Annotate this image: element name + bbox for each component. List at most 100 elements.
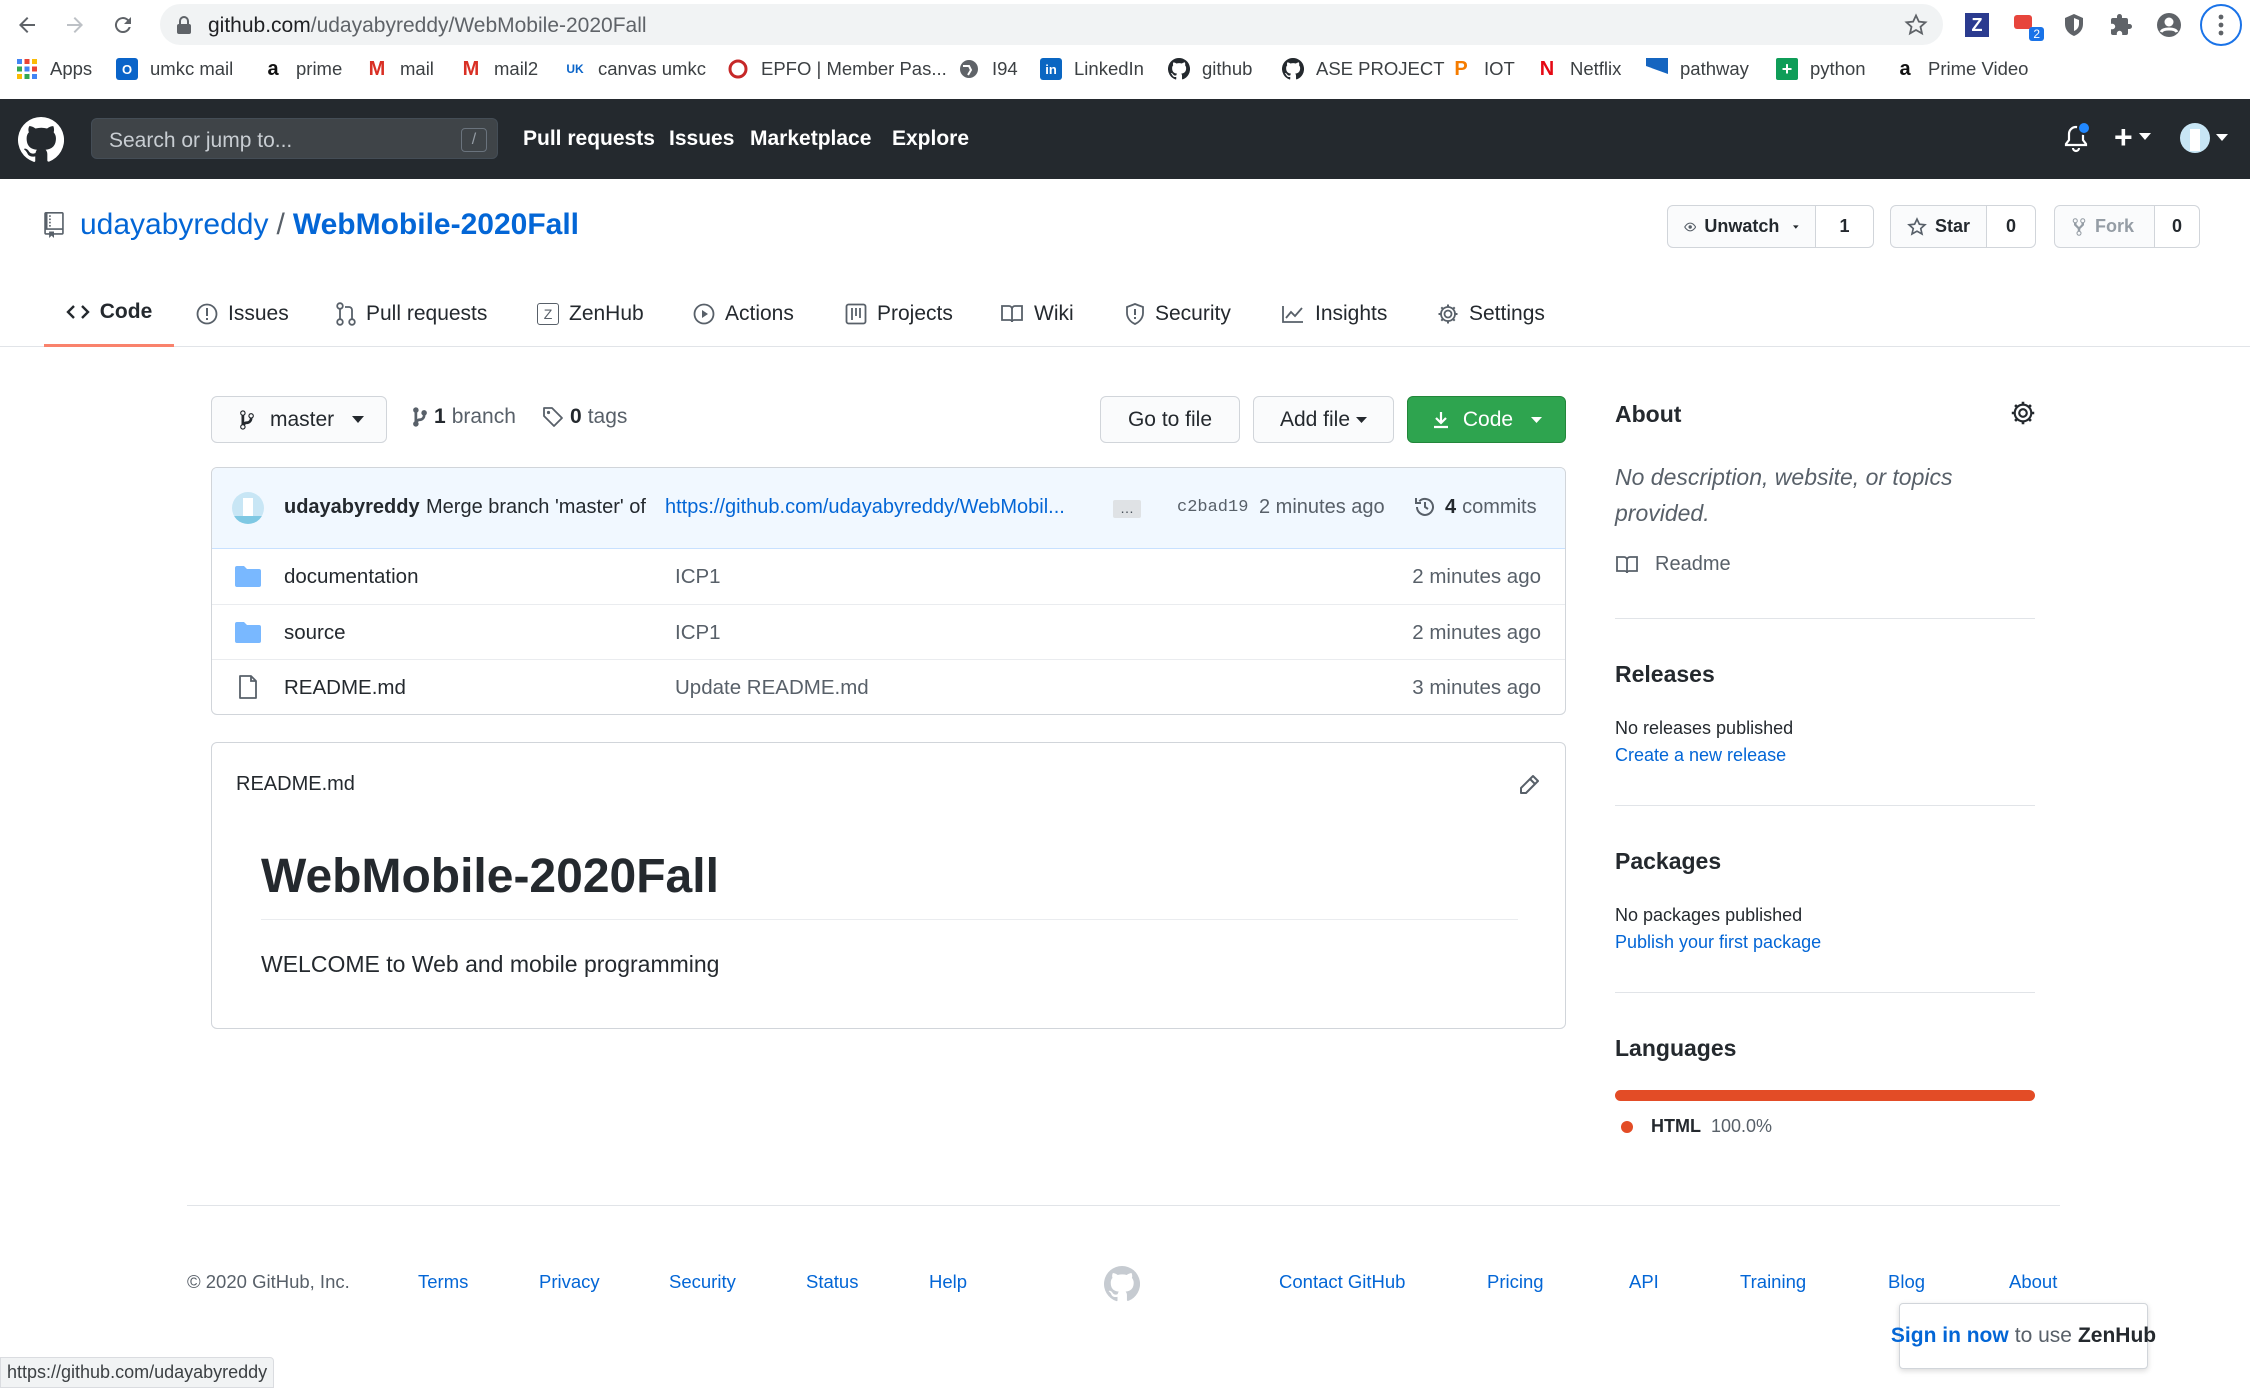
bookmark-linkedin[interactable]: in LinkedIn (1040, 58, 1144, 80)
tab-projects[interactable]: Projects (845, 280, 953, 347)
tab-issues[interactable]: Issues (196, 280, 289, 347)
tab-settings[interactable]: Settings (1437, 280, 1545, 347)
bookmark-python[interactable]: + python (1776, 58, 1866, 80)
file-commit-message[interactable]: ICP1 (675, 621, 721, 645)
add-file-button[interactable]: Add file (1253, 396, 1394, 443)
file-row[interactable]: documentation ICP1 2 minutes ago (212, 549, 1565, 604)
forward-button[interactable] (58, 8, 92, 42)
bookmark-epfo[interactable]: EPFO | Member Pas... (727, 58, 947, 80)
tab-code[interactable]: Code (44, 280, 174, 347)
tag-count: 0 (570, 405, 582, 428)
footer-link-api[interactable]: API (1629, 1271, 1659, 1293)
puzzle-extensions-icon[interactable] (2104, 8, 2138, 42)
code-download-button[interactable]: Code (1407, 396, 1566, 443)
tab-wiki[interactable]: Wiki (1000, 280, 1074, 347)
chrome-menu-icon[interactable] (2200, 4, 2242, 46)
bookmark-iot[interactable]: P IOT (1450, 58, 1515, 80)
zenhub-extension-icon[interactable]: Z (1960, 8, 1994, 42)
repo-owner-link[interactable]: udayabyreddy (80, 208, 268, 242)
branches-link[interactable]: 1 branch (412, 405, 516, 429)
file-name[interactable]: documentation (284, 565, 418, 589)
bookmark-canvas-umkc[interactable]: UK canvas umkc (564, 58, 706, 80)
go-to-file-button[interactable]: Go to file (1100, 396, 1240, 443)
zenhub-signin-link[interactable]: Sign in now (1891, 1324, 2009, 1348)
reload-button[interactable] (106, 8, 140, 42)
commits-history-link[interactable]: 4 commits (1413, 495, 1537, 519)
footer-link-about[interactable]: About (2009, 1271, 2057, 1293)
pencil-edit-icon[interactable] (1517, 773, 1541, 797)
file-name[interactable]: README.md (284, 676, 406, 700)
commit-sha[interactable]: c2bad19 (1177, 498, 1248, 517)
tab-zenhub[interactable]: Z ZenHub (537, 280, 644, 347)
commit-author[interactable]: udayabyreddy (284, 496, 420, 519)
footer-link-status[interactable]: Status (806, 1271, 858, 1293)
file-commit-message[interactable]: ICP1 (675, 565, 721, 589)
bookmark-apps[interactable]: Apps (16, 58, 92, 80)
footer-link-training[interactable]: Training (1740, 1271, 1806, 1293)
tab-insights[interactable]: Insights (1281, 280, 1387, 347)
bookmark-prime[interactable]: a prime (262, 58, 342, 80)
back-button[interactable] (10, 8, 44, 42)
bookmark-github[interactable]: github (1168, 58, 1252, 80)
notifications-button[interactable] (2064, 121, 2091, 153)
forks-count[interactable]: 0 (2155, 206, 2199, 247)
shield-extension-icon[interactable] (2057, 8, 2091, 42)
nav-issues[interactable]: Issues (669, 127, 734, 151)
bookmark-pathway[interactable]: pathway (1646, 58, 1749, 80)
releases-title[interactable]: Releases (1615, 661, 1715, 688)
github-logo-icon[interactable] (18, 117, 64, 163)
nav-explore[interactable]: Explore (892, 127, 969, 151)
search-input[interactable]: Search or jump to... / (91, 118, 498, 159)
bookmark-mail[interactable]: M mail (366, 58, 434, 80)
repo-name-link[interactable]: WebMobile-2020Fall (293, 208, 579, 242)
star-button[interactable]: Star (1891, 206, 1987, 247)
file-row[interactable]: source ICP1 2 minutes ago (212, 604, 1565, 659)
file-commit-message[interactable]: Update README.md (675, 676, 869, 700)
footer-link-contact[interactable]: Contact GitHub (1279, 1271, 1405, 1293)
footer-link-security[interactable]: Security (669, 1271, 736, 1293)
tab-security[interactable]: Security (1125, 280, 1231, 347)
file-name[interactable]: source (284, 621, 346, 645)
nav-pull-requests[interactable]: Pull requests (523, 127, 655, 151)
commit-message[interactable]: Merge branch 'master' of (426, 496, 646, 519)
footer-link-blog[interactable]: Blog (1888, 1271, 1925, 1293)
nav-marketplace[interactable]: Marketplace (750, 127, 871, 151)
bookmark-umkc-mail[interactable]: O umkc mail (116, 58, 233, 80)
bookmark-i94[interactable]: I94 (958, 58, 1018, 80)
tags-link[interactable]: 0 tags (542, 405, 627, 429)
unwatch-button[interactable]: Unwatch (1668, 206, 1816, 247)
packages-title[interactable]: Packages (1615, 848, 1721, 875)
bookmark-netflix[interactable]: N Netflix (1536, 58, 1622, 80)
fork-button[interactable]: Fork (2055, 206, 2155, 247)
folder-icon (235, 566, 261, 587)
branch-select-button[interactable]: master (211, 396, 387, 443)
create-release-link[interactable]: Create a new release (1615, 745, 1786, 766)
bookmark-mail2[interactable]: M mail2 (460, 58, 539, 80)
footer-link-help[interactable]: Help (929, 1271, 967, 1293)
commit-expand-button[interactable]: … (1113, 500, 1141, 518)
readme-filename: README.md (236, 773, 355, 795)
gear-icon[interactable] (2010, 400, 2036, 426)
address-bar[interactable]: github.com/udayabyreddy/WebMobile-2020Fa… (160, 4, 1943, 45)
bookmark-ase-project[interactable]: ASE PROJECT (1282, 58, 1445, 80)
user-menu-button[interactable] (2180, 123, 2228, 153)
watchers-count[interactable]: 1 (1816, 206, 1873, 247)
footer-link-pricing[interactable]: Pricing (1487, 1271, 1544, 1293)
commit-message-link[interactable]: https://github.com/udayabyreddy/WebMobil… (665, 496, 1065, 519)
file-row[interactable]: README.md Update README.md 3 minutes ago (212, 659, 1565, 714)
create-new-button[interactable]: + (2114, 119, 2151, 155)
publish-package-link[interactable]: Publish your first package (1615, 932, 1821, 953)
profile-icon[interactable] (2152, 8, 2186, 42)
github-mark-icon[interactable] (1104, 1266, 1140, 1302)
tab-actions[interactable]: Actions (693, 280, 794, 347)
language-item[interactable]: HTML 100.0% (1621, 1116, 1772, 1137)
bookmark-prime-video[interactable]: a Prime Video (1894, 58, 2028, 80)
extension-badge-icon[interactable]: 2 (2010, 8, 2044, 42)
readme-link[interactable]: Readme (1615, 553, 1731, 576)
footer-link-terms[interactable]: Terms (418, 1271, 468, 1293)
commit-author-avatar[interactable] (232, 492, 264, 524)
bookmark-star-icon[interactable] (1904, 13, 1928, 37)
stars-count[interactable]: 0 (1987, 206, 2035, 247)
footer-link-privacy[interactable]: Privacy (539, 1271, 600, 1293)
tab-pull-requests[interactable]: Pull requests (336, 280, 487, 347)
